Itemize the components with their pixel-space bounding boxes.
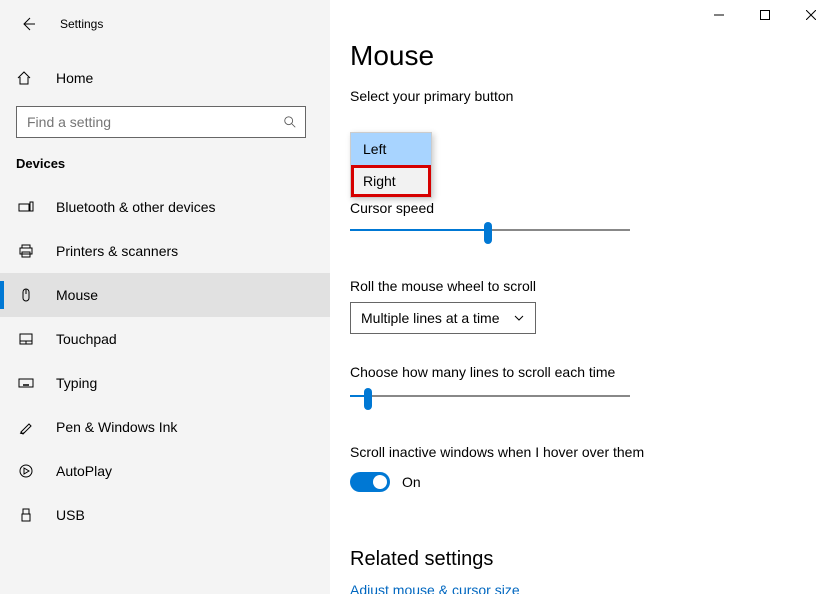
nav-printers[interactable]: Printers & scanners: [0, 229, 330, 273]
slider-thumb[interactable]: [364, 388, 372, 410]
chevron-down-icon: [513, 312, 525, 324]
touchpad-icon: [16, 331, 36, 347]
choose-lines-label: Choose how many lines to scroll each tim…: [350, 364, 615, 380]
autoplay-icon: [16, 463, 36, 479]
maximize-button[interactable]: [742, 0, 788, 30]
nav-label: USB: [56, 507, 85, 523]
search-box[interactable]: [16, 106, 306, 138]
nav-autoplay[interactable]: AutoPlay: [0, 449, 330, 493]
pen-icon: [16, 419, 36, 435]
primary-button-dropdown[interactable]: Left Right: [350, 132, 432, 198]
nav-label: AutoPlay: [56, 463, 112, 479]
scroll-inactive-label: Scroll inactive windows when I hover ove…: [350, 444, 644, 460]
nav-touchpad[interactable]: Touchpad: [0, 317, 330, 361]
nav-label: Pen & Windows Ink: [56, 419, 177, 435]
search-icon: [283, 115, 297, 129]
sidebar: Settings Home Devices Bluetooth & oth: [0, 0, 330, 594]
keyboard-icon: [16, 375, 36, 391]
page-title: Mouse: [350, 40, 834, 72]
nav-label: Printers & scanners: [56, 243, 178, 259]
scroll-mode-value: Multiple lines at a time: [361, 310, 500, 326]
nav-mouse[interactable]: Mouse: [0, 273, 330, 317]
nav-label: Touchpad: [56, 331, 117, 347]
nav-usb[interactable]: USB: [0, 493, 330, 537]
scroll-inactive-toggle[interactable]: [350, 472, 390, 492]
home-nav[interactable]: Home: [0, 58, 330, 98]
slider-thumb[interactable]: [484, 222, 492, 244]
nav-label: Typing: [56, 375, 97, 391]
dropdown-option-right[interactable]: Right: [351, 165, 431, 197]
close-button[interactable]: [788, 0, 834, 30]
nav-list: Bluetooth & other devices Printers & sca…: [0, 185, 330, 537]
cursor-speed-slider[interactable]: [350, 220, 630, 240]
devices-icon: [16, 199, 36, 215]
back-button[interactable]: [16, 12, 40, 36]
home-label: Home: [56, 70, 93, 86]
main-content: Mouse Select your primary button Left Ri…: [330, 0, 834, 594]
adjust-mouse-link[interactable]: Adjust mouse & cursor size: [350, 582, 520, 594]
nav-pen[interactable]: Pen & Windows Ink: [0, 405, 330, 449]
usb-icon: [16, 507, 36, 523]
toggle-state-label: On: [402, 474, 421, 490]
home-icon: [16, 70, 36, 86]
search-input[interactable]: [25, 113, 283, 131]
nav-typing[interactable]: Typing: [0, 361, 330, 405]
cursor-speed-label: Cursor speed: [350, 200, 434, 216]
dropdown-option-left[interactable]: Left: [351, 133, 431, 165]
section-header: Devices: [0, 138, 330, 177]
mouse-icon: [16, 287, 36, 303]
toggle-knob: [373, 475, 387, 489]
scroll-mode-select[interactable]: Multiple lines at a time: [350, 302, 536, 334]
lines-slider[interactable]: [350, 386, 630, 406]
roll-wheel-label: Roll the mouse wheel to scroll: [350, 278, 536, 294]
nav-bluetooth[interactable]: Bluetooth & other devices: [0, 185, 330, 229]
primary-button-label: Select your primary button: [350, 88, 834, 104]
minimize-button[interactable]: [696, 0, 742, 30]
printer-icon: [16, 243, 36, 259]
related-settings-title: Related settings: [350, 548, 493, 571]
nav-label: Bluetooth & other devices: [56, 199, 216, 215]
app-title: Settings: [60, 17, 103, 31]
nav-label: Mouse: [56, 287, 98, 303]
